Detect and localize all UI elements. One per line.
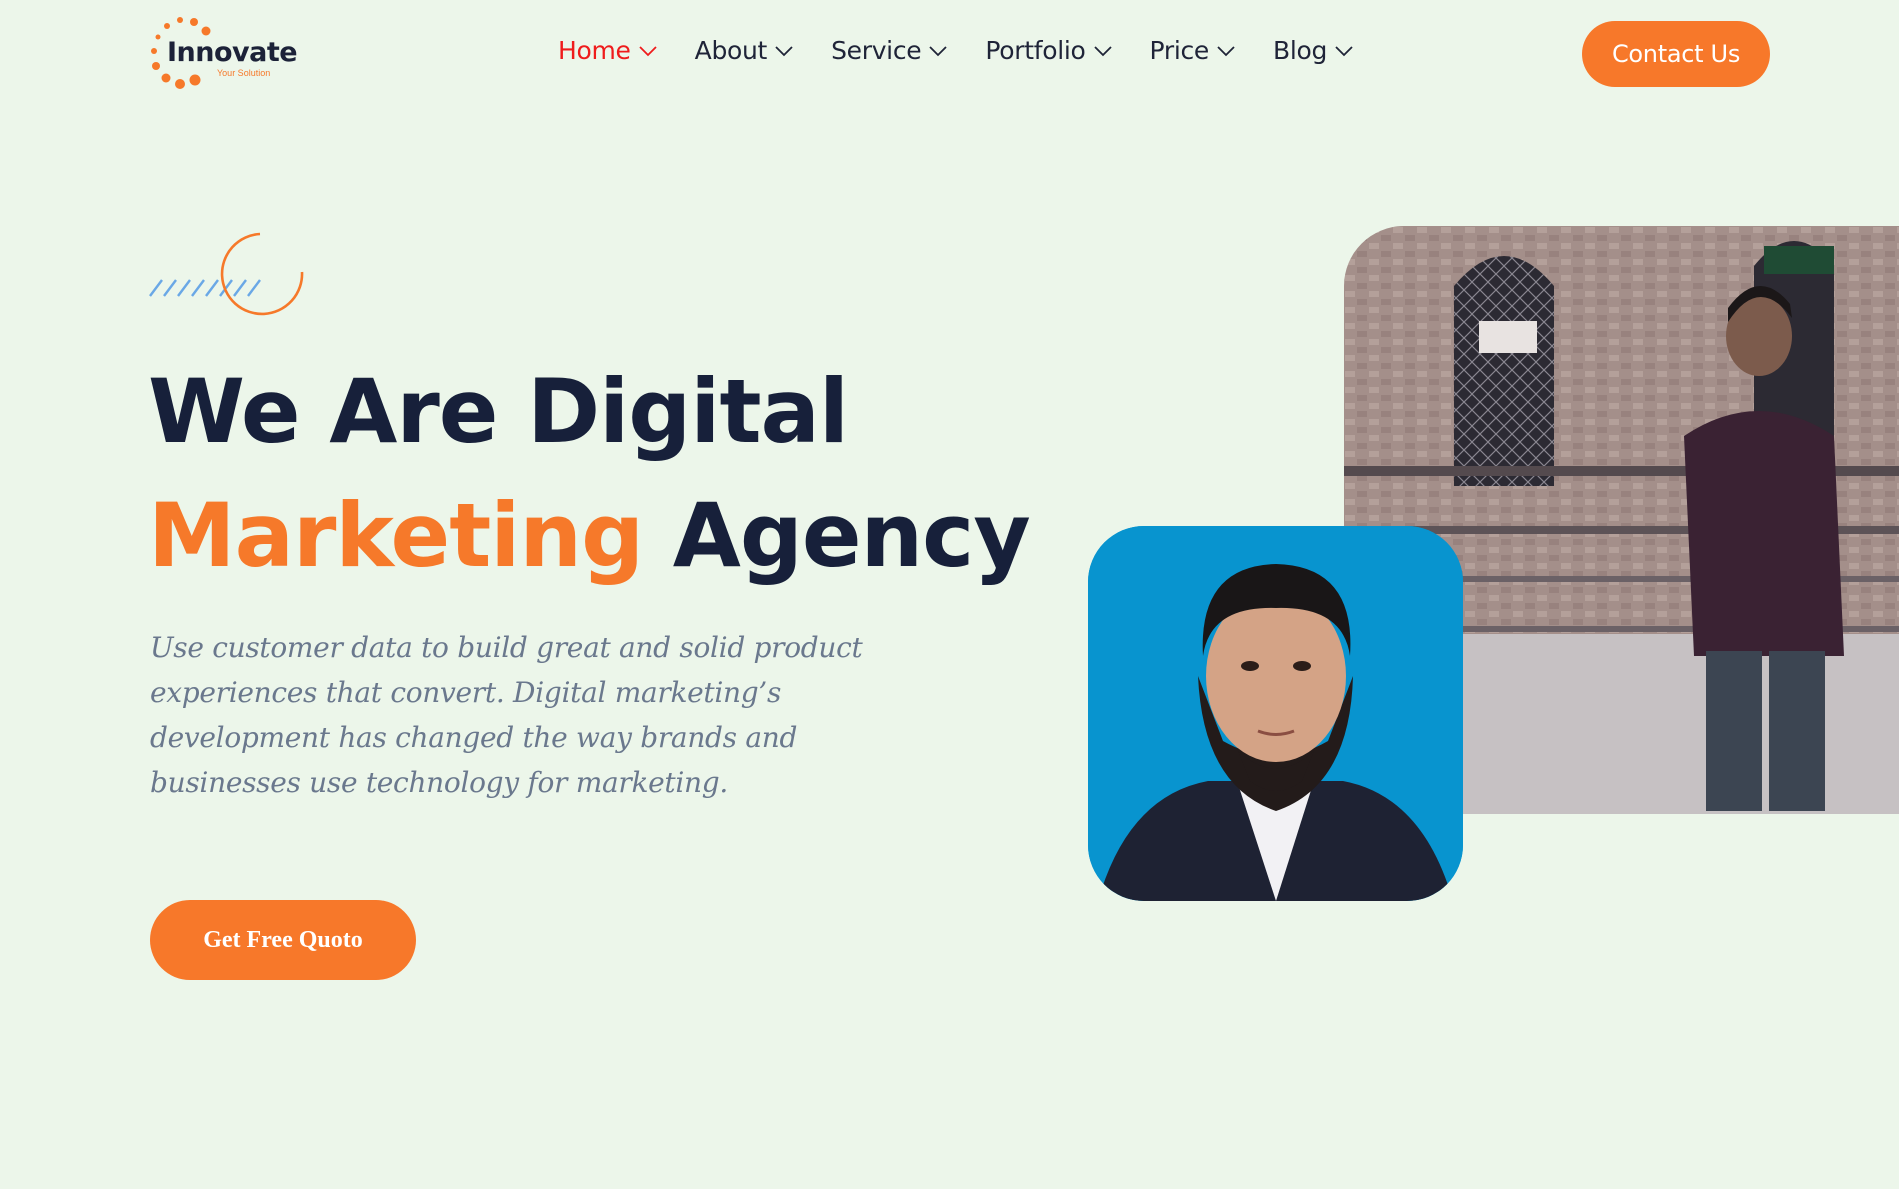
nav-item-label: Blog (1273, 36, 1328, 65)
main-nav: Home About Service Portfolio Price Blog (558, 36, 1391, 65)
nav-item-portfolio[interactable]: Portfolio (985, 36, 1112, 65)
nav-item-label: Home (558, 36, 631, 65)
hero-title-rest: Agency (672, 484, 1031, 587)
get-free-quote-button[interactable]: Get Free Quoto (150, 900, 416, 980)
contact-us-button[interactable]: Contact Us (1582, 21, 1770, 87)
chevron-down-icon (639, 45, 657, 56)
nav-item-label: Price (1149, 36, 1210, 65)
portrait-photo-illustration (1088, 526, 1463, 901)
nav-item-label: Portfolio (985, 36, 1086, 65)
brand-name: Innovate (167, 37, 298, 68)
nav-item-label: About (694, 36, 768, 65)
nav-item-service[interactable]: Service (831, 36, 947, 65)
hero-description: Use customer data to build great and sol… (150, 631, 863, 799)
chevron-down-icon (1093, 45, 1112, 56)
hero-title: We Are Digital Marketing Agency (148, 350, 1031, 598)
chevron-down-icon (1217, 45, 1235, 56)
nav-item-price[interactable]: Price (1150, 36, 1236, 65)
chevron-down-icon (1335, 45, 1353, 56)
small-photo (1088, 526, 1463, 901)
chevron-down-icon (929, 45, 947, 56)
nav-item-blog[interactable]: Blog (1273, 36, 1353, 65)
decorative-stripes-circle-icon (149, 232, 304, 316)
nav-item-label: Service (831, 36, 922, 65)
nav-item-about[interactable]: About (695, 36, 793, 65)
brand-logo[interactable]: Innovate Your Solution (147, 14, 298, 94)
hero-title-accent: Marketing (148, 484, 644, 587)
nav-item-home[interactable]: Home (558, 36, 657, 65)
hero-title-line1: We Are Digital (148, 360, 849, 463)
chevron-down-icon (775, 45, 793, 56)
brand-tagline: Your Solution (217, 68, 271, 78)
